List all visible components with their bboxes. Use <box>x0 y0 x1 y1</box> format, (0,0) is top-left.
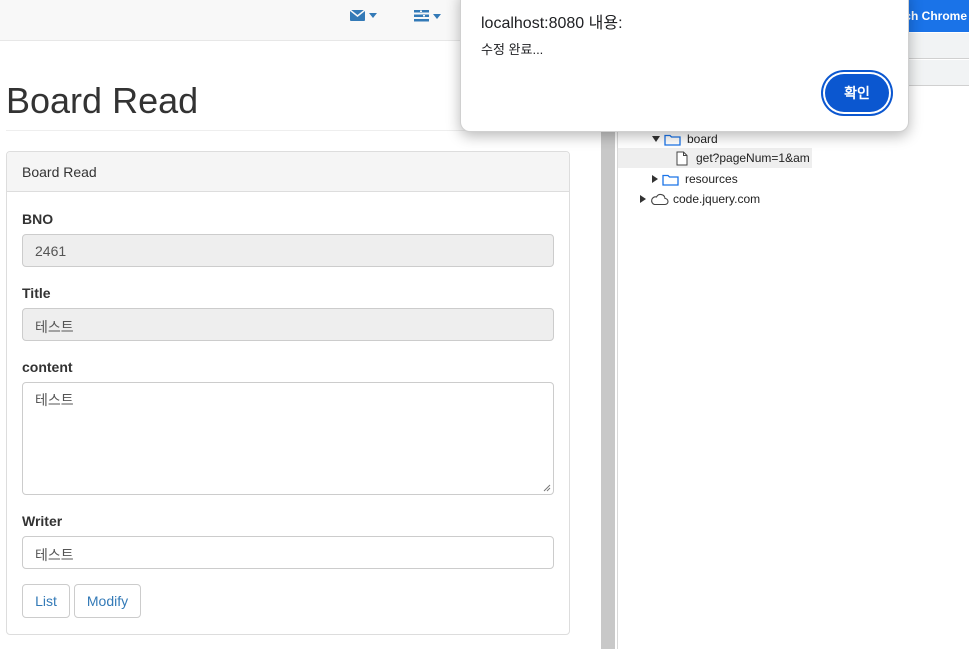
collapse-arrow-icon <box>652 175 658 183</box>
tree-item-label: code.jquery.com <box>673 192 761 206</box>
title-field: 테스트 <box>22 308 554 341</box>
resize-handle-icon[interactable] <box>543 484 551 492</box>
modify-button[interactable]: Modify <box>74 584 141 618</box>
bno-label: BNO <box>22 211 54 227</box>
content-text: 테스트 <box>35 392 74 408</box>
folder-icon <box>662 174 679 186</box>
tree-item-jquery[interactable]: code.jquery.com <box>618 189 834 209</box>
tree-item-label: board <box>687 132 718 146</box>
expand-arrow-icon <box>652 136 660 142</box>
board-read-panel: Board Read BNO 2461 Title 테스트 content 테스… <box>6 151 570 635</box>
bno-field: 2461 <box>22 234 554 267</box>
content-textarea[interactable]: 테스트 <box>22 382 554 495</box>
chevron-down-icon <box>369 13 377 18</box>
title-label: Title <box>22 285 51 301</box>
cloud-icon <box>651 193 669 205</box>
tasks-icon <box>414 10 429 22</box>
alert-message: 수정 완료... <box>481 42 544 57</box>
content-label: content <box>22 359 73 375</box>
collapse-arrow-icon <box>640 195 646 203</box>
tree-item-label: get?pageNum=1&am <box>696 151 810 165</box>
panel-heading: Board Read <box>7 152 569 192</box>
chevron-down-icon <box>433 13 441 19</box>
writer-label: Writer <box>22 513 63 529</box>
folder-icon <box>664 134 681 146</box>
tree-item-label: resources <box>685 172 738 186</box>
writer-field[interactable]: 테스트 <box>22 536 554 569</box>
alert-ok-button[interactable]: 확인 <box>825 74 889 112</box>
alert-dialog: localhost:8080 내용: 수정 완료... 확인 <box>460 0 909 132</box>
tasks-dropdown[interactable] <box>414 10 441 22</box>
list-button[interactable]: List <box>22 584 70 618</box>
page-title: Board Read <box>6 80 199 121</box>
alert-title: localhost:8080 내용: <box>481 15 623 32</box>
file-icon <box>676 151 688 165</box>
messages-dropdown[interactable] <box>350 10 377 21</box>
envelope-icon <box>350 10 365 21</box>
